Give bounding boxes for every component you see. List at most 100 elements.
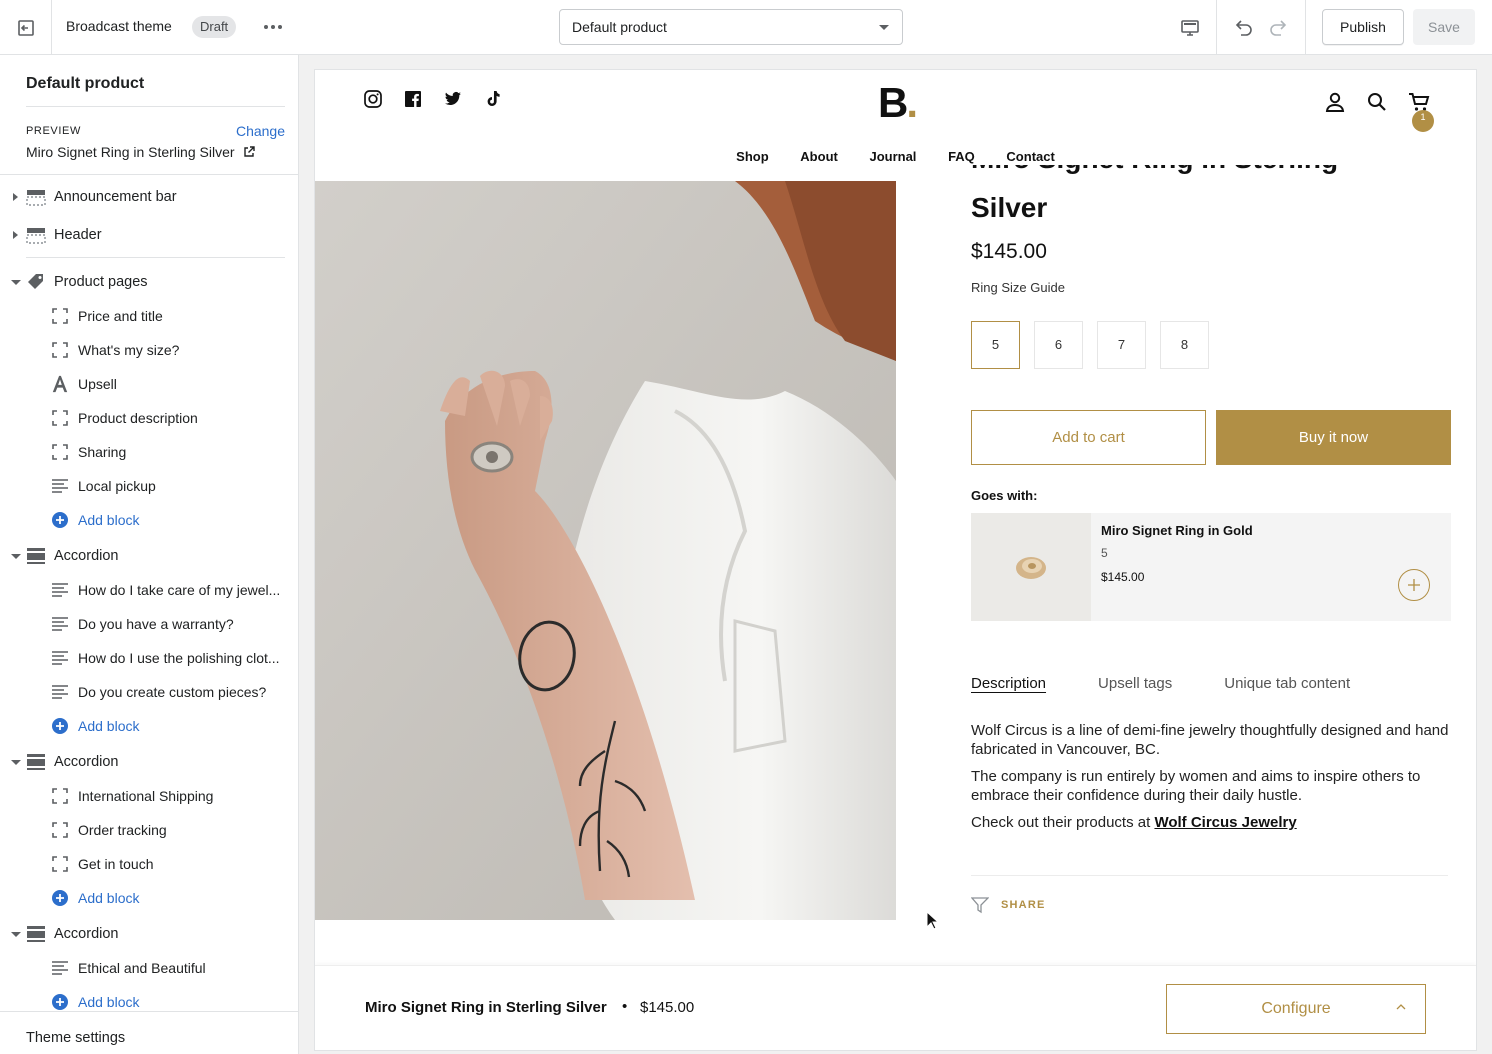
section-announcement-bar[interactable]: Announcement bar [0,182,298,212]
configure-button[interactable]: Configure [1166,984,1426,1034]
add-to-cart-button[interactable]: Add to cart [971,410,1206,465]
wolf-circus-link[interactable]: Wolf Circus Jewelry [1154,814,1296,831]
plus-circle-icon [51,511,69,529]
block-accordion-item[interactable]: Ethical and Beautiful [0,953,298,983]
block-accordion-item[interactable]: Do you have a warranty? [0,609,298,639]
nav-item-journal[interactable]: Journal [869,149,916,164]
tab-description[interactable]: Description [971,675,1046,692]
tab-upsell-tags[interactable]: Upsell tags [1098,675,1172,692]
block-price-and-title[interactable]: Price and title [0,301,298,331]
sticky-product-bar: Miro Signet Ring in Sterling Silver • $1… [315,965,1476,1050]
nav-item-contact[interactable]: Contact [1006,149,1054,164]
upsell-product-name[interactable]: Miro Signet Ring in Gold [1101,523,1253,538]
block-accordion-item[interactable]: International Shipping [0,781,298,811]
product-title-line1: Miro Signet Ring in Sterling [971,165,1338,175]
add-block-label: Add block [78,890,140,906]
block-local-pickup[interactable]: Local pickup [0,471,298,501]
block-accordion-item[interactable]: Order tracking [0,815,298,845]
exit-icon [17,19,34,36]
block-accordion-item[interactable]: Get in touch [0,849,298,879]
size-option-7[interactable]: 7 [1097,321,1146,369]
block-label: Do you have a warranty? [78,616,234,632]
share-button[interactable]: SHARE [971,896,1046,914]
add-block-button[interactable]: Add block [0,987,298,1017]
instagram-icon[interactable] [364,90,382,108]
facebook-icon[interactable] [404,90,422,108]
section-accordion-1[interactable]: Accordion [0,541,298,571]
theme-name: Broadcast theme [66,18,172,34]
undo-button[interactable] [1228,0,1258,55]
add-block-button[interactable]: Add block [0,883,298,913]
product-description: Wolf Circus is a line of demi-fine jewel… [971,721,1449,840]
twitter-icon[interactable] [444,90,462,108]
editor-topbar: Broadcast theme Draft Default product Pu… [0,0,1492,55]
block-accordion-item[interactable]: Do you create custom pieces? [0,677,298,707]
divider [0,174,298,175]
section-accordion-2[interactable]: Accordion [0,747,298,777]
desktop-view-button[interactable] [1168,0,1212,55]
section-label: Accordion [54,926,119,942]
redo-button[interactable] [1264,0,1294,55]
product-price: $145.00 [971,240,1047,263]
more-actions-button[interactable] [262,16,284,38]
description-paragraph: The company is run entirely by women and… [971,768,1421,804]
ring-size-guide-link[interactable]: Ring Size Guide [971,280,1065,295]
sticky-product-name: Miro Signet Ring in Sterling Silver [365,999,607,1016]
block-dashed-icon [51,855,69,873]
block-upsell[interactable]: Upsell [0,369,298,399]
save-button[interactable]: Save [1413,9,1475,45]
chevron-down-icon [11,759,21,765]
account-icon[interactable] [1324,91,1346,113]
mouse-cursor-icon [926,911,940,930]
section-product-pages[interactable]: Product pages [0,267,298,297]
block-accordion-item[interactable]: How do I take care of my jewel... [0,575,298,605]
description-text: Check out their products at [971,814,1155,831]
publish-button[interactable]: Publish [1322,9,1404,45]
preview-product[interactable]: Miro Signet Ring in Sterling Silver [26,144,255,160]
block-accordion-item[interactable]: How do I use the polishing clot... [0,643,298,673]
text-lines-icon [51,581,69,599]
description-paragraph: Check out their products at Wolf Circus … [971,813,1449,832]
nav-item-shop[interactable]: Shop [736,149,769,164]
buy-it-now-button[interactable]: Buy it now [1216,410,1451,465]
add-block-button[interactable]: Add block [0,711,298,741]
tiktok-icon[interactable] [484,90,502,108]
size-selector: 5 6 7 8 [971,321,1209,369]
size-option-8[interactable]: 8 [1160,321,1209,369]
product-image[interactable] [315,181,896,920]
exit-button[interactable] [0,0,52,55]
divider [1305,0,1306,55]
size-option-5[interactable]: 5 [971,321,1020,369]
nav-item-about[interactable]: About [800,149,838,164]
block-product-description[interactable]: Product description [0,403,298,433]
size-option-6[interactable]: 6 [1034,321,1083,369]
divider [1216,0,1217,55]
upsell-product-card[interactable]: Miro Signet Ring in Gold 5 $145.00 [971,513,1451,621]
block-dashed-icon [51,307,69,325]
chevron-down-icon [879,25,889,30]
store-logo[interactable]: B. [878,79,918,127]
tab-unique-content[interactable]: Unique tab content [1224,675,1350,692]
logo-letter: B [878,79,908,126]
plus-circle-icon [51,717,69,735]
search-icon[interactable] [1366,91,1388,113]
change-preview-link[interactable]: Change [236,123,285,139]
nav-item-faq[interactable]: FAQ [948,149,975,164]
layout-section-icon [27,754,45,770]
section-accordion-3[interactable]: Accordion [0,919,298,949]
template-select[interactable]: Default product [559,9,903,45]
cart-icon[interactable]: 1 [1408,91,1434,132]
add-block-label: Add block [78,512,140,528]
block-dashed-icon [51,787,69,805]
text-a-icon [51,375,69,393]
desktop-icon [1181,19,1199,36]
section-header[interactable]: Header [0,220,298,250]
upsell-add-button[interactable] [1398,569,1430,601]
theme-settings-button[interactable]: Theme settings [26,1030,125,1046]
block-label: Upsell [78,376,117,392]
block-sharing[interactable]: Sharing [0,437,298,467]
block-whats-my-size[interactable]: What's my size? [0,335,298,365]
block-label: Ethical and Beautiful [78,960,206,976]
tag-icon [28,274,43,289]
add-block-button[interactable]: Add block [0,505,298,535]
